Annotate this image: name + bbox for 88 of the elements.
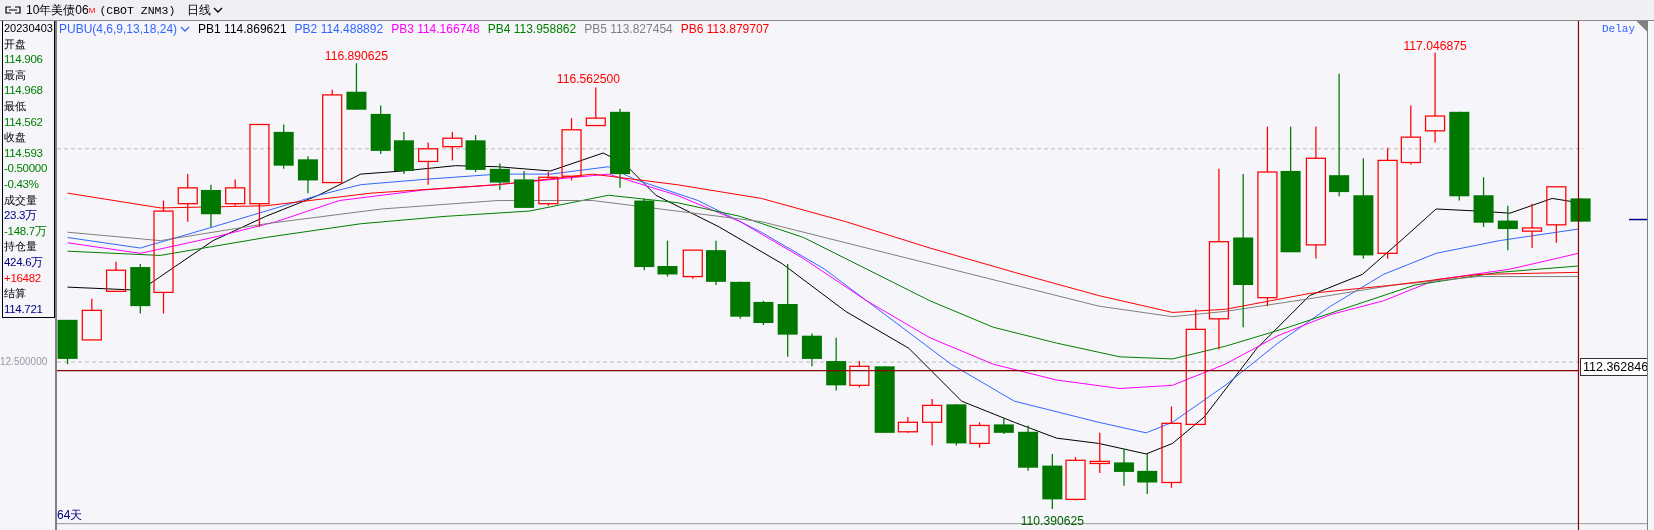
high-price-label: 116.890625: [324, 49, 388, 64]
legend-item: PB3 114.166748: [391, 22, 480, 36]
candlestick: [561, 117, 582, 182]
candlestick: [465, 134, 486, 173]
field-value: 114.562: [4, 114, 43, 130]
candlestick: [1137, 453, 1158, 495]
candlestick: [826, 337, 847, 392]
legend-item: PB5 113.827454: [584, 22, 673, 36]
field-value: +16482: [4, 270, 41, 286]
candlestick: [57, 319, 78, 365]
candlestick: [1497, 205, 1518, 251]
low-price-label: 110.390625: [1020, 513, 1084, 528]
candlestick: [1089, 432, 1110, 474]
candlestick: [442, 131, 463, 162]
candlestick: [993, 417, 1014, 435]
legend-item: PB4 113.958862: [487, 22, 577, 36]
high-price-label: 116.562500: [556, 72, 620, 87]
field-label: 最低: [4, 98, 26, 114]
field-value: 114.593: [4, 145, 43, 161]
field-value: -0.50000: [4, 161, 47, 177]
candlestick: [849, 360, 870, 389]
candlestick: [105, 261, 127, 292]
candlestick: [946, 403, 967, 447]
field-value: 23.3万: [4, 208, 37, 224]
candlestick: [225, 178, 246, 207]
candlestick: [538, 171, 559, 207]
candlestick: [346, 62, 367, 111]
candlestick: [801, 332, 822, 367]
legend-item: PB6 113.879707: [680, 22, 770, 36]
candlestick: [130, 263, 151, 315]
contract-code: (CBOT ZNM3): [99, 3, 176, 17]
candlestick: [1018, 424, 1039, 472]
candlestick: [1114, 448, 1135, 487]
candlestick: [177, 173, 198, 223]
market-mark: M: [88, 5, 96, 15]
candlestick: [1473, 176, 1494, 228]
candlestick: [1042, 453, 1063, 510]
field-value: 114.721: [4, 301, 43, 317]
candlestick: [418, 141, 439, 186]
candlestick: [682, 249, 703, 280]
candlestick: [1065, 456, 1086, 502]
candlestick: [1521, 203, 1543, 249]
candlestick: [753, 300, 774, 326]
axis-label: 12.500000: [0, 355, 48, 370]
field-value: 114.906: [4, 52, 43, 68]
field-label: 开盘: [4, 36, 26, 52]
field-label: 结算: [4, 286, 26, 302]
legend-item: PB2 114.488892: [294, 22, 384, 36]
caret-icon: [180, 25, 191, 33]
indicator-dropdown[interactable]: PUBU(4,6,9,13,18,24): [59, 22, 191, 36]
candlestick: [874, 365, 895, 434]
candlestick: [897, 416, 918, 434]
candlestick: [585, 86, 606, 127]
candlestick: [273, 123, 294, 170]
field-label: 收盘: [4, 130, 26, 146]
candlestick: [969, 421, 990, 449]
link-icon[interactable]: [4, 5, 22, 15]
candlestick: [1400, 104, 1421, 166]
candlestick: [705, 240, 726, 286]
instrument-name: 10年美债06: [26, 1, 89, 19]
candlestick: [393, 131, 414, 175]
field-label: 成交量: [4, 192, 37, 208]
field-value: -0.43%: [4, 176, 39, 192]
candlestick: [922, 398, 943, 447]
field-label: 20230403: [4, 21, 53, 36]
candlestick: [1570, 197, 1591, 223]
candlestick: [489, 162, 510, 191]
price-marker: [1628, 218, 1647, 221]
period-dropdown[interactable]: 日线: [185, 1, 226, 19]
candlestick: [514, 170, 535, 209]
caret-icon: [213, 6, 224, 14]
high-price-label: 117.046875: [1403, 38, 1467, 53]
candlestick: [730, 281, 751, 320]
candlestick: [200, 184, 221, 228]
crosshair-price-label: 112.362846: [1580, 358, 1647, 376]
field-label: 最高: [4, 67, 26, 83]
field-label: 持仓量: [4, 239, 37, 255]
field-value: -148.7万: [4, 223, 47, 239]
day-count: 64天: [57, 507, 83, 524]
field-value: 424.6万: [4, 254, 43, 270]
candlestick: [1546, 186, 1567, 244]
candlestick: [81, 298, 102, 341]
candlestick: [297, 155, 318, 194]
field-value: 114.968: [4, 83, 43, 99]
candlestick: [370, 104, 391, 155]
delay-label: Delay: [1602, 23, 1635, 35]
legend-item: PB1 114.869621: [198, 22, 287, 36]
candlestick: [657, 240, 678, 278]
